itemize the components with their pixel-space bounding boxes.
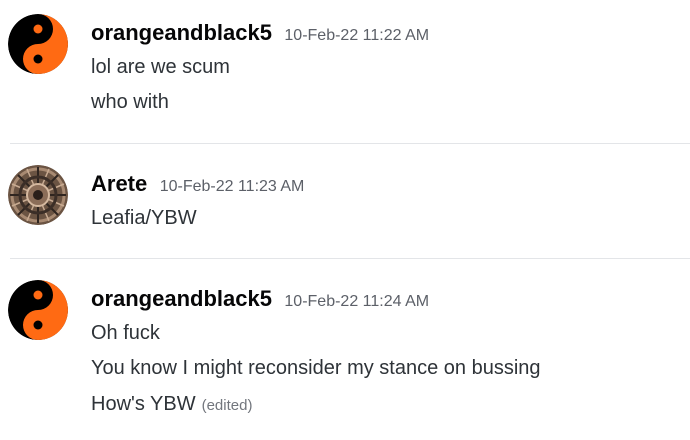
yin-yang-icon[interactable] xyxy=(8,14,68,74)
yin-yang-icon[interactable] xyxy=(8,280,68,340)
edited-label[interactable]: (edited) xyxy=(202,397,253,414)
username[interactable]: Arete xyxy=(91,171,147,196)
message-text: lol are we scum xyxy=(91,56,230,78)
timestamp[interactable]: 10-Feb-22 11:23 AM xyxy=(160,178,305,195)
message-header: Arete 10-Feb-22 11:23 AM xyxy=(91,171,304,197)
message-text: Oh fuck xyxy=(91,322,160,344)
username[interactable]: orangeandblack5 xyxy=(91,286,272,311)
chat-message-list: orangeandblack5 10-Feb-22 11:22 AM lol a… xyxy=(0,0,690,440)
message-divider xyxy=(10,143,690,144)
timestamp[interactable]: 10-Feb-22 11:24 AM xyxy=(284,293,429,310)
message-divider xyxy=(10,258,690,259)
message-text: Leafia/YBW xyxy=(91,207,197,229)
mandala-icon[interactable] xyxy=(8,165,68,225)
timestamp[interactable]: 10-Feb-22 11:22 AM xyxy=(284,27,429,44)
message-header: orangeandblack5 10-Feb-22 11:22 AM xyxy=(91,20,429,46)
message-text: who with xyxy=(91,91,169,113)
message-text: How's YBW xyxy=(91,393,196,415)
message-text-edited: How's YBW (edited) xyxy=(91,393,252,416)
message-text: You know I might reconsider my stance on… xyxy=(91,357,541,379)
username[interactable]: orangeandblack5 xyxy=(91,20,272,45)
message-header: orangeandblack5 10-Feb-22 11:24 AM xyxy=(91,286,429,312)
